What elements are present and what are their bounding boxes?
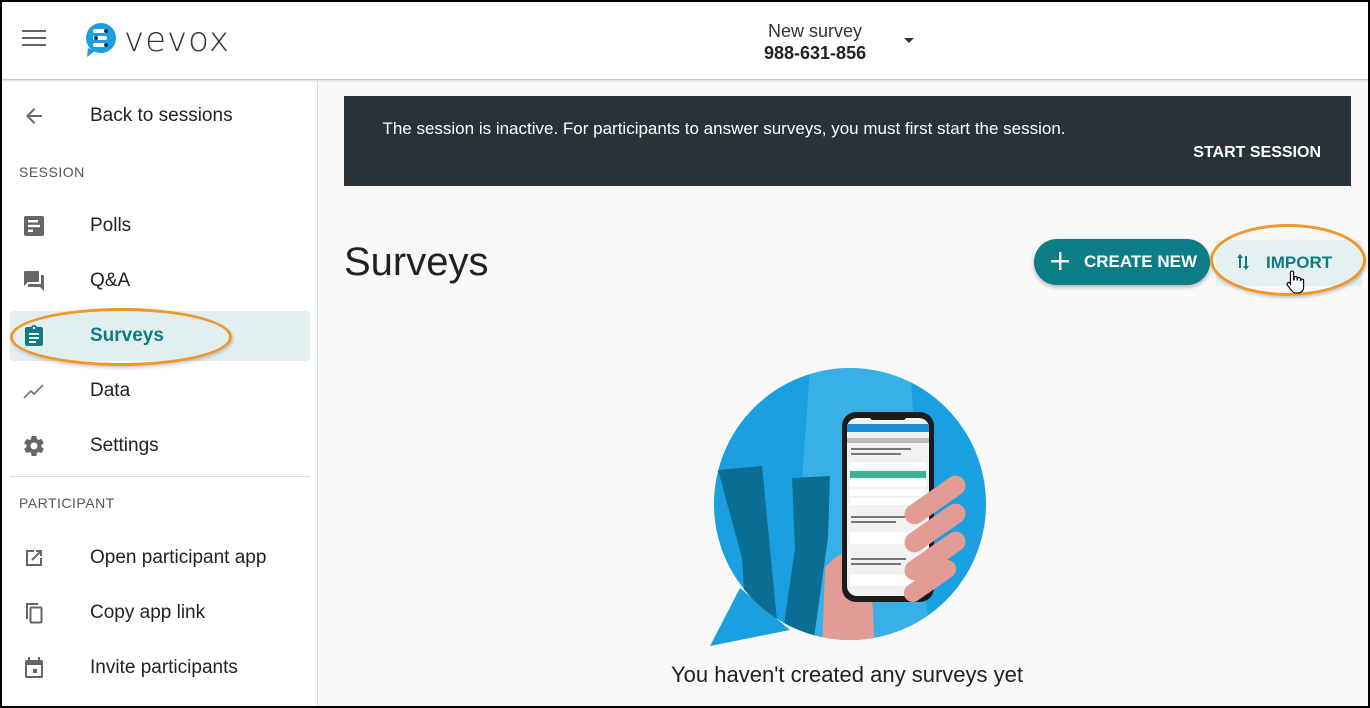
back-to-sessions-link[interactable]: Back to sessions xyxy=(10,91,310,141)
sidebar: Back to sessions SESSION Polls Q&A Surve… xyxy=(2,81,318,706)
app-window: vevox New survey 988-631-856 Back to ses… xyxy=(2,2,1368,706)
hand-cursor-icon xyxy=(1286,270,1305,294)
sidebar-item-label: Polls xyxy=(90,215,132,236)
sidebar-item-label: Surveys xyxy=(90,325,164,346)
sidebar-item-polls[interactable]: Polls xyxy=(10,201,310,251)
vevox-logo-icon xyxy=(86,23,116,57)
empty-state-message: You haven't created any surveys yet xyxy=(671,662,1023,687)
sidebar-item-copy-app-link[interactable]: Copy app link xyxy=(10,588,310,638)
clipboard-icon xyxy=(25,325,43,346)
top-bar: vevox New survey 988-631-856 xyxy=(2,2,1368,80)
empty-state-illustration xyxy=(710,368,986,646)
forum-icon xyxy=(24,271,44,291)
sidebar-divider xyxy=(10,476,310,477)
gear-icon xyxy=(24,436,44,457)
banner-message: The session is inactive. For participant… xyxy=(382,119,1066,138)
trending-line-icon xyxy=(23,384,44,399)
logo-text: vevox xyxy=(124,20,231,60)
start-session-button[interactable]: START SESSION xyxy=(1193,144,1321,162)
open-external-icon xyxy=(26,550,42,566)
session-section-label: SESSION xyxy=(19,164,85,180)
sidebar-item-open-participant-app[interactable]: Open participant app xyxy=(10,533,310,583)
page-title: Surveys xyxy=(344,240,489,284)
vevox-logo[interactable]: vevox xyxy=(84,22,230,58)
sidebar-item-label: Data xyxy=(90,380,131,401)
plus-icon xyxy=(1051,252,1069,270)
sidebar-item-label: Q&A xyxy=(90,270,131,291)
copy-icon xyxy=(26,603,43,624)
create-new-button[interactable]: CREATE NEW xyxy=(1034,239,1210,285)
caret-down-icon[interactable] xyxy=(904,38,914,43)
session-name: New survey xyxy=(768,21,863,41)
arrow-left-icon xyxy=(26,108,42,124)
sidebar-item-label: Open participant app xyxy=(90,547,267,568)
sidebar-item-label: Copy app link xyxy=(90,602,206,623)
sidebar-item-surveys[interactable]: Surveys xyxy=(10,311,310,361)
create-new-label: CREATE NEW xyxy=(1084,252,1198,271)
participant-section-label: PARTICIPANT xyxy=(19,495,115,511)
sidebar-item-data[interactable]: Data xyxy=(10,366,310,416)
back-label: Back to sessions xyxy=(90,105,233,126)
sidebar-item-settings[interactable]: Settings xyxy=(10,421,310,471)
sidebar-item-qa[interactable]: Q&A xyxy=(10,256,310,306)
session-selector[interactable]: New survey 988-631-856 xyxy=(764,20,866,64)
swap-vertical-icon xyxy=(1237,254,1249,270)
session-code: 988-631-856 xyxy=(764,43,867,63)
poll-icon xyxy=(24,216,44,236)
hamburger-menu-icon[interactable] xyxy=(22,30,46,50)
sidebar-item-label: Settings xyxy=(90,435,159,456)
inactive-session-banner: The session is inactive. For participant… xyxy=(344,96,1351,186)
